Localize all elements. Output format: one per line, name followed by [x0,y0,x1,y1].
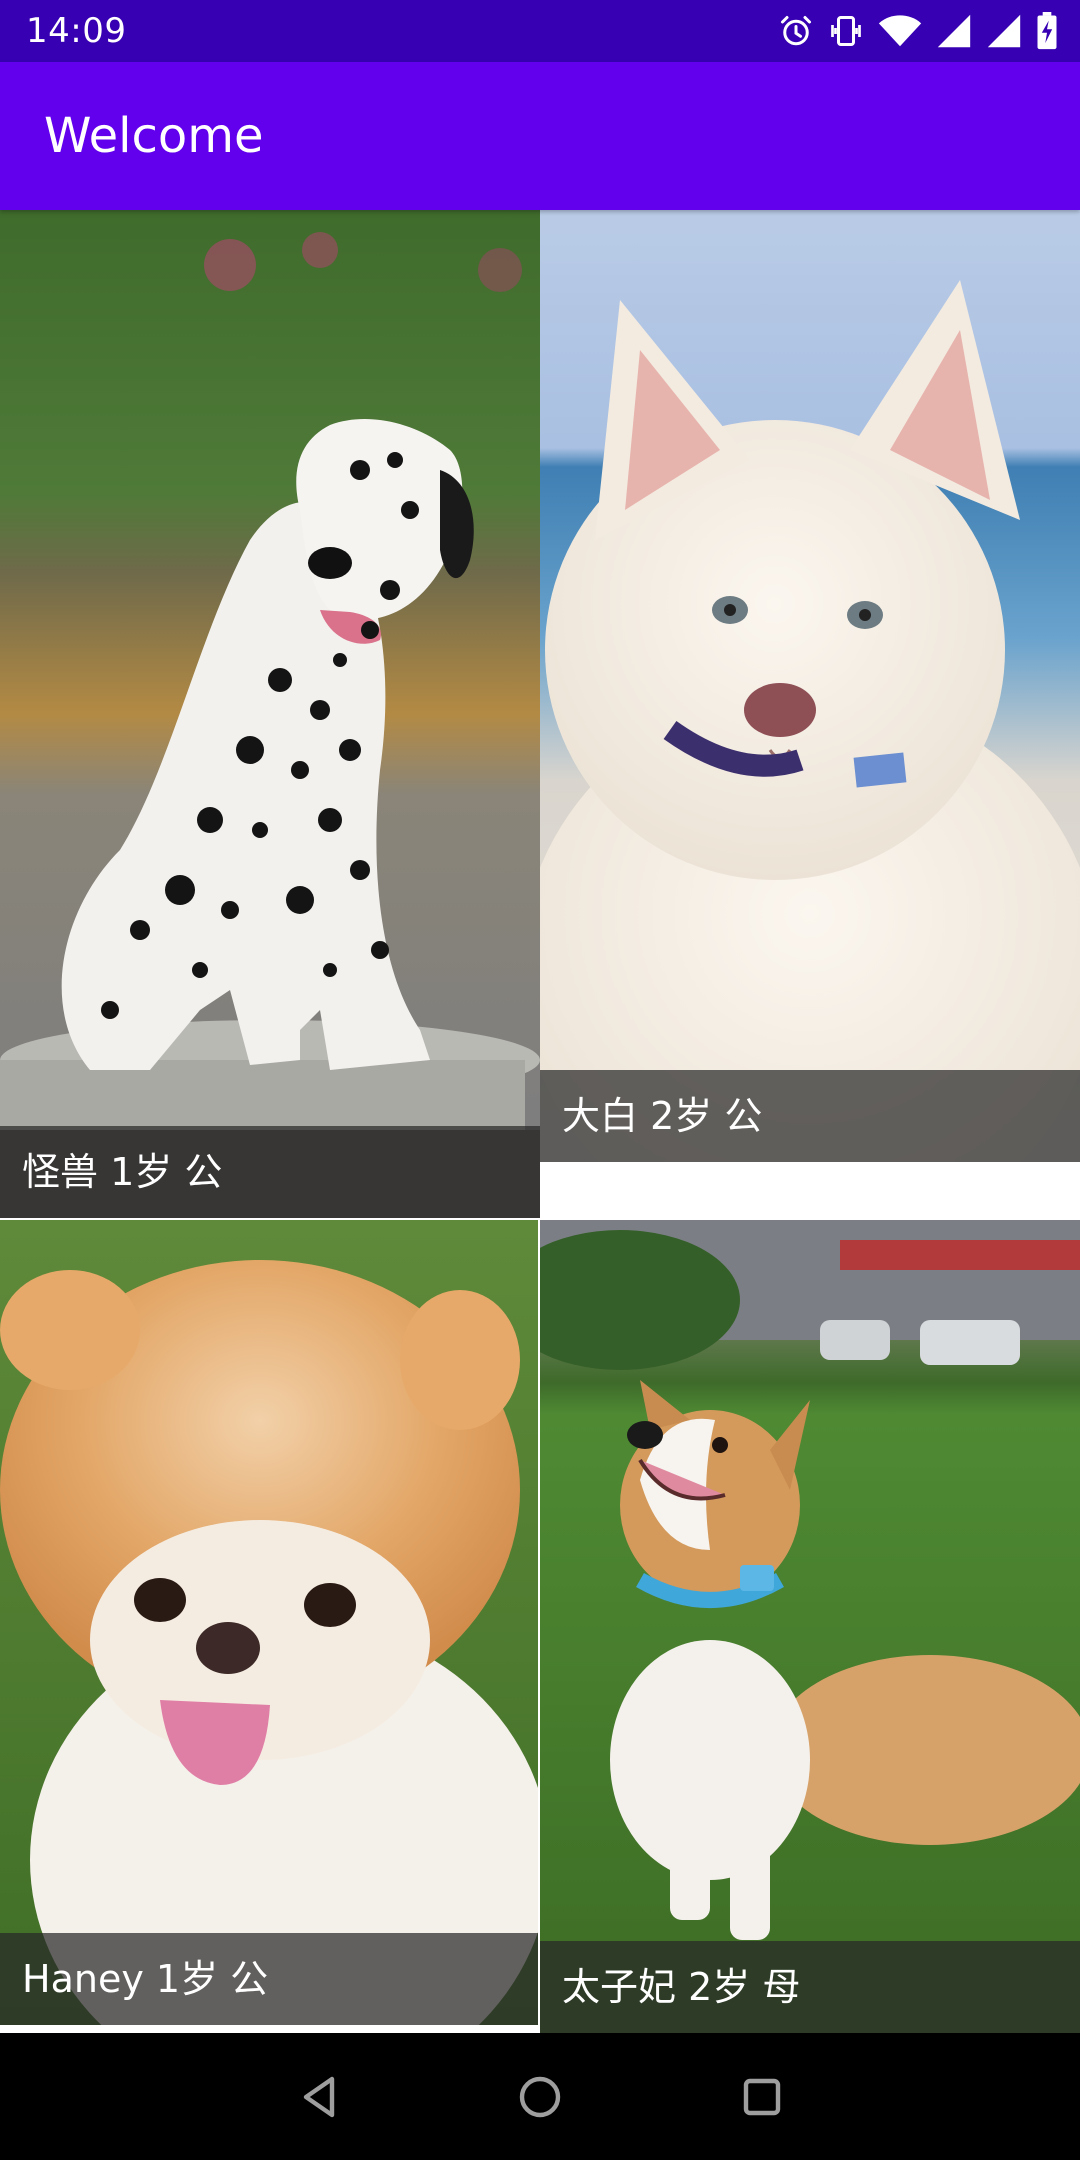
corgi-photo [540,1220,1080,2033]
vibrate-icon [831,16,861,46]
white-samoyed-puppy-photo [540,210,1080,1162]
app-title: Welcome [44,108,264,164]
app-bar: Welcome [0,62,1080,210]
dalmatian-photo [0,210,540,1218]
battery-charging-icon [1037,12,1057,50]
back-icon[interactable] [296,2073,344,2121]
wifi-icon [878,15,922,47]
dog-caption: 大白 2岁 公 [562,1094,763,1138]
dog-card[interactable]: 大白 2岁 公 [540,210,1080,1162]
status-bar: 14:09 [0,0,1080,62]
alarm-icon [781,16,811,46]
dog-caption-bar: 大白 2岁 公 [540,1070,1080,1162]
dog-caption: 怪兽 1岁 公 [22,1150,223,1194]
dog-card[interactable]: 怪兽 1岁 公 [0,210,540,1218]
signal-icon [987,14,1021,48]
dog-card[interactable]: Haney 1岁 公 [0,1220,538,2025]
status-time: 14:09 [26,11,127,51]
dog-caption-bar: Haney 1岁 公 [0,1933,538,2025]
signal-icon [937,14,971,48]
dog-caption: Haney 1岁 公 [22,1957,269,2001]
recents-icon[interactable] [738,2073,786,2121]
navigation-bar [0,2033,1080,2160]
dog-caption: 太子妃 2岁 母 [562,1965,801,2009]
home-icon[interactable] [516,2073,564,2121]
dog-caption-bar: 太子妃 2岁 母 [540,1941,1080,2033]
dog-card[interactable]: 太子妃 2岁 母 [540,1220,1080,2033]
dog-grid: 怪兽 1岁 公 大白 2岁 公 Haney 1岁 公 太子妃 2岁 母 [0,210,1080,2033]
status-icons [778,10,1058,52]
pomeranian-photo [0,1220,538,2025]
dog-caption-bar: 怪兽 1岁 公 [0,1126,540,1218]
